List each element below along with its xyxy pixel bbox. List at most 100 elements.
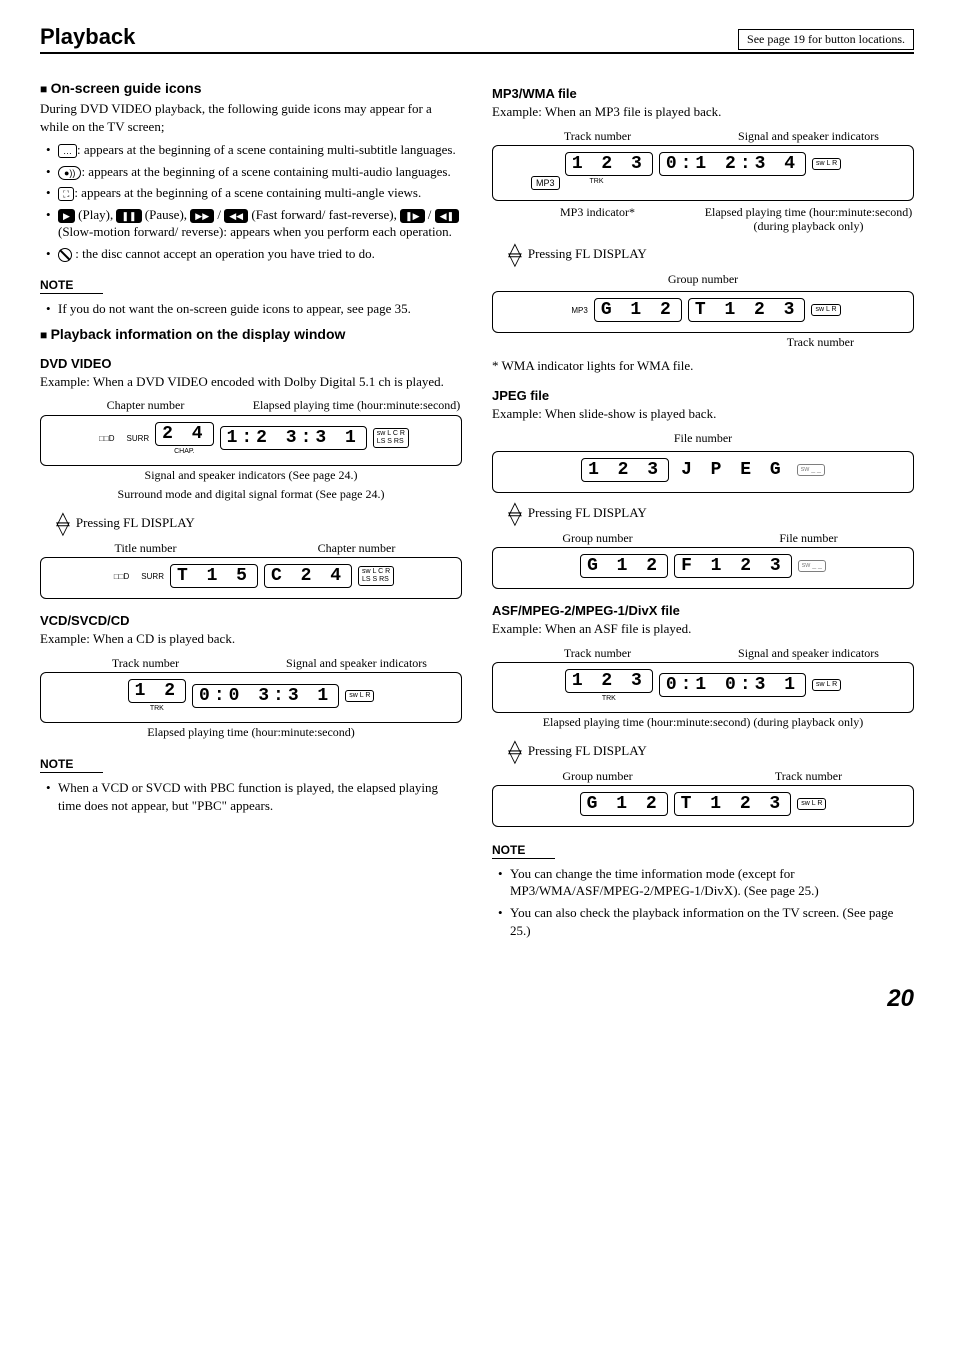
asf-display-1: Track number Signal and speaker indicato… xyxy=(492,646,914,731)
cd-example: Example: When a CD is played back. xyxy=(40,630,462,648)
chap-label: CHAP. xyxy=(155,448,213,455)
cd-display: Track number Signal and speaker indicato… xyxy=(40,656,462,741)
seg-time-mp3: 0:1 2:3 4 xyxy=(659,152,806,176)
speaker-indicators-mp3: sw L R xyxy=(812,158,841,170)
pressing-fl-asf: △▽ Pressing FL DISPLAY xyxy=(508,741,914,761)
seg-group-asf: G 1 2 xyxy=(580,792,668,816)
header-bar: Playback See page 19 for button location… xyxy=(40,24,914,54)
note-heading-asf: NOTE xyxy=(492,843,555,859)
angle-icon: ⛶ xyxy=(58,187,74,201)
mp3-display-1: Track number Signal and speaker indicato… xyxy=(492,129,914,234)
dvd-display-1: Chapter number Elapsed playing time (hou… xyxy=(40,398,462,503)
speaker-indicators-cd: sw L R xyxy=(345,690,374,702)
intro-text: During DVD VIDEO playback, the following… xyxy=(40,100,462,135)
mp3-display-2: Group number MP3 G 1 2 T 1 2 3 sw L R Tr… xyxy=(492,272,914,351)
asf-heading: ASF/MPEG-2/MPEG-1/DivX file xyxy=(492,603,914,618)
speaker-indicators-jpeg-2: sw _ _ xyxy=(798,560,826,572)
seg-group-mp3: G 1 2 xyxy=(594,298,682,322)
callout-track2-asf: Track number xyxy=(703,769,914,783)
jpeg-display-2: Group number File number G 1 2 F 1 2 3 s… xyxy=(492,531,914,589)
seg-track2-mp3: T 1 2 3 xyxy=(688,298,806,322)
speaker-indicators-asf: sw L R xyxy=(812,679,841,691)
mp3-footnote: * WMA indicator lights for WMA file. xyxy=(492,357,914,375)
seg-jpeg-text: J P E G xyxy=(675,459,791,481)
callout-chapter-2: Chapter number xyxy=(251,541,462,555)
seg-track-mp3: 1 2 3 xyxy=(565,152,653,176)
dd-indicator-2: □□D xyxy=(108,572,129,581)
callout-group-asf: Group number xyxy=(492,769,703,783)
pressing-fl-dvd: △▽ Pressing FL DISPLAY xyxy=(56,513,462,533)
trk-label-mp3: TRK xyxy=(590,178,604,190)
callout-time: Elapsed playing time (hour:minute:second… xyxy=(251,398,462,412)
asf-display-2: Group number Track number G 1 2 T 1 2 3 … xyxy=(492,769,914,827)
note-list-cd: When a VCD or SVCD with PBC function is … xyxy=(40,779,462,814)
time-caption-cd: Elapsed playing time (hour:minute:second… xyxy=(40,725,462,741)
right-column: MP3/WMA file Example: When an MP3 file i… xyxy=(492,72,914,945)
page-title: Playback xyxy=(40,24,135,50)
bullet-prohibit: : the disc cannot accept an operation yo… xyxy=(46,245,462,263)
callout-elapsed-mp3: Elapsed playing time (hour:minute:second… xyxy=(703,205,914,234)
updown-arrow-icon: △▽ xyxy=(508,741,522,761)
speaker-indicators: sw L C R LS S RS xyxy=(373,428,409,448)
rw-icon: ◀◀ xyxy=(224,209,248,223)
callout-ind-mp3: Signal and speaker indicators xyxy=(703,129,914,143)
speaker-indicators-asf-2: sw L R xyxy=(797,798,826,810)
asf-example: Example: When an ASF file is played. xyxy=(492,620,914,638)
mp3-indicator-icon: MP3 xyxy=(531,176,560,190)
seg-track-asf: 1 2 3 xyxy=(565,669,653,693)
seg-group-jpeg: G 1 2 xyxy=(580,554,668,578)
note-heading: NOTE xyxy=(40,278,103,294)
seg-track-cd: 1 2 xyxy=(128,679,186,703)
note-item: If you do not want the on-screen guide i… xyxy=(46,300,462,318)
jpeg-heading: JPEG file xyxy=(492,388,914,403)
updown-arrow-icon: △▽ xyxy=(56,513,70,533)
page-number: 20 xyxy=(40,985,914,1013)
callout-elapsed-asf: Elapsed playing time (hour:minute:second… xyxy=(492,715,914,731)
callout-ind-cd: Signal and speaker indicators xyxy=(251,656,462,670)
updown-arrow-icon: △▽ xyxy=(508,244,522,264)
bullet-subtitle: …: appears at the beginning of a scene c… xyxy=(46,141,462,159)
left-column: On-screen guide icons During DVD VIDEO p… xyxy=(40,72,462,945)
mp3-heading: MP3/WMA file xyxy=(492,86,914,101)
seg-file2-jpeg: F 1 2 3 xyxy=(674,554,792,578)
prohibit-icon xyxy=(58,248,72,262)
slowrev-icon: ◀❚ xyxy=(435,209,459,223)
icon-bullet-list: …: appears at the beginning of a scene c… xyxy=(40,141,462,262)
callout-track2-mp3: Track number xyxy=(492,335,914,351)
audio-icon: ●)) xyxy=(58,166,81,180)
seg-time-asf: 0:1 0:3 1 xyxy=(659,673,806,697)
callout-title: Title number xyxy=(40,541,251,555)
dd-indicator: □□D xyxy=(93,434,114,443)
callout-track-cd: Track number xyxy=(40,656,251,670)
surr-label-2: SURR xyxy=(135,572,164,581)
speaker-indicators-mp3-2: sw L R xyxy=(811,304,840,316)
note-item-cd: When a VCD or SVCD with PBC function is … xyxy=(46,779,462,814)
dvd-heading: DVD VIDEO xyxy=(40,356,462,371)
speaker-indicators-jpeg: sw _ _ xyxy=(797,464,825,476)
subtitle-icon: … xyxy=(58,144,77,158)
pressing-fl-jpeg: △▽ Pressing FL DISPLAY xyxy=(508,503,914,523)
cd-heading: VCD/SVCD/CD xyxy=(40,613,462,628)
callout-track-mp3: Track number xyxy=(492,129,703,143)
callout-group-mp3: Group number xyxy=(492,272,914,288)
reference-box: See page 19 for button locations. xyxy=(738,29,914,50)
bullet-angle: ⛶: appears at the beginning of a scene c… xyxy=(46,184,462,202)
speaker-indicators-2: sw L C R LS S RS xyxy=(358,566,394,586)
bullet-audio: ●)): appears at the beginning of a scene… xyxy=(46,163,462,181)
mp3-label-2: MP3 xyxy=(565,306,587,315)
jpeg-display-1: File number 1 2 3 J P E G sw _ _ xyxy=(492,431,914,493)
note-list: If you do not want the on-screen guide i… xyxy=(40,300,462,318)
seg-file-jpeg: 1 2 3 xyxy=(581,458,669,482)
trk-label-asf: TRK xyxy=(565,695,653,702)
mp3-example: Example: When an MP3 file is played back… xyxy=(492,103,914,121)
callout-mp3-ind: MP3 indicator* xyxy=(492,205,703,234)
note-item-asf-1: You can change the time information mode… xyxy=(498,865,914,900)
slowfwd-icon: ❚▶ xyxy=(400,209,424,223)
dvd-example: Example: When a DVD VIDEO encoded with D… xyxy=(40,373,462,391)
callout-file2-jpeg: File number xyxy=(703,531,914,545)
dvd-display-2: Title number Chapter number □□D SURR T 1… xyxy=(40,541,462,599)
bullet-transport: ▶ (Play), ❚❚ (Pause), ▶▶ / ◀◀ (Fast forw… xyxy=(46,206,462,241)
note-heading-cd: NOTE xyxy=(40,757,103,773)
surr-caption: Surround mode and digital signal format … xyxy=(40,487,462,503)
jpeg-example: Example: When slide-show is played back. xyxy=(492,405,914,423)
